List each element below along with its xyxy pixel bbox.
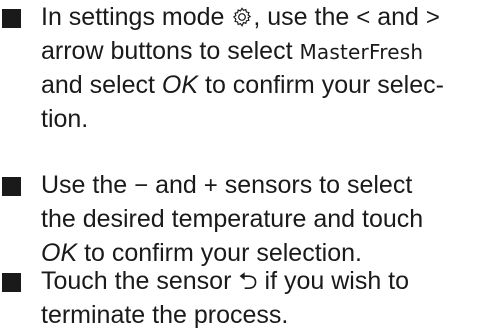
text-line: Touch the sensor ⮌ if you wish to — [41, 267, 410, 295]
display-text: MasterFresh — [299, 40, 424, 64]
text-line: tion. — [41, 105, 89, 133]
bullet-square — [2, 177, 21, 196]
ok-label: OK — [41, 239, 78, 267]
text-line: Use the − and + sensors to select — [41, 171, 413, 199]
bullet-square — [2, 273, 21, 292]
text-line: In settings mode , use the < and > — [41, 3, 440, 31]
back-arrow-icon: ⮌ — [238, 268, 258, 295]
minus-symbol: − — [134, 172, 149, 199]
text-line: the desired temperature and touch — [41, 205, 424, 233]
plus-symbol: + — [203, 172, 218, 199]
text-line: and select OK to confirm your selec- — [41, 71, 444, 99]
text-line: arrow buttons to select MasterFresh — [41, 37, 424, 65]
text-line: terminate the process. — [41, 301, 289, 329]
gear-icon — [231, 3, 253, 31]
instruction-list: In settings mode , use the < and > arrow… — [0, 0, 483, 329]
bullet-square — [2, 9, 21, 28]
ok-label: OK — [161, 71, 199, 99]
